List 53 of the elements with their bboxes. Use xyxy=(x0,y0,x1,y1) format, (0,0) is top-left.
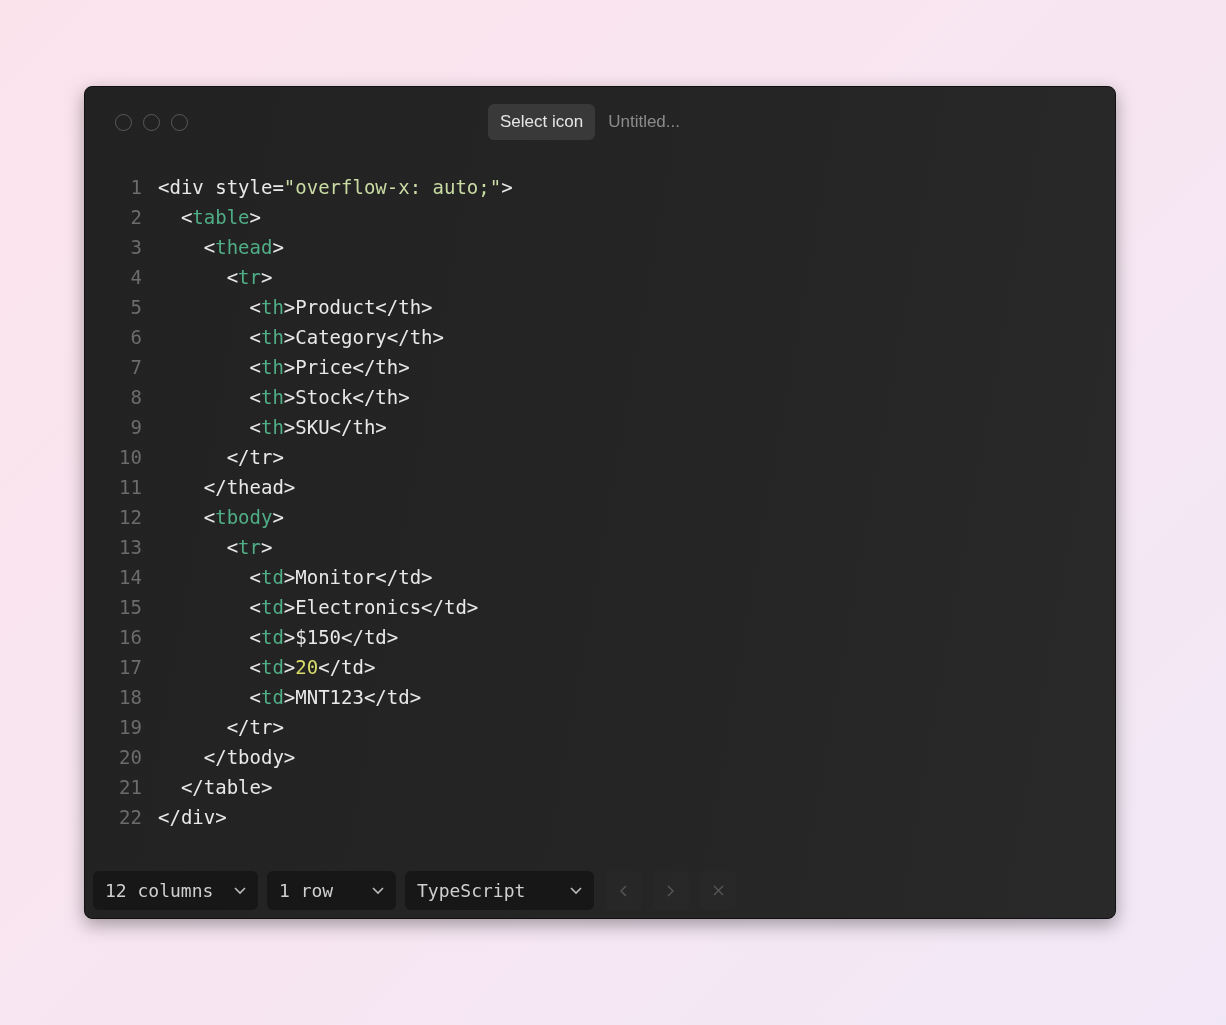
code-line: </tr> xyxy=(225,446,284,468)
line-number: 17 xyxy=(118,656,143,678)
code-line: <thead> xyxy=(202,236,284,258)
code-line: <th>Product</th> xyxy=(248,296,433,318)
line-number: 3 xyxy=(129,236,143,258)
document-title: Untitled... xyxy=(608,112,680,132)
line-number: 12 xyxy=(118,506,143,528)
code-line: <td>Monitor</td> xyxy=(248,566,433,588)
line-number: 21 xyxy=(118,776,143,798)
line-number: 14 xyxy=(118,566,143,588)
dropdown[interactable]: 12 columns xyxy=(93,871,258,910)
code-line: </div> xyxy=(158,806,227,828)
line-number: 19 xyxy=(118,716,143,738)
line-number: 16 xyxy=(118,626,143,648)
line-number: 15 xyxy=(118,596,143,618)
code-line: <table> xyxy=(179,206,261,228)
close-icon xyxy=(711,883,725,898)
line-number: 4 xyxy=(129,266,143,288)
line-number: 1 xyxy=(129,176,143,198)
dropdown[interactable]: 1 row xyxy=(267,871,396,910)
code-line: <tr> xyxy=(225,266,273,288)
line-number: 8 xyxy=(129,386,143,408)
line-number: 2 xyxy=(129,206,143,228)
line-number: 22 xyxy=(118,806,143,828)
select-icon-button[interactable]: Select icon xyxy=(488,104,596,140)
code-line: <td>MNT123</td> xyxy=(248,686,422,708)
line-number: 7 xyxy=(129,356,143,378)
code-line: <td>Electronics</td> xyxy=(248,596,479,618)
line-number: 5 xyxy=(129,296,143,318)
code-line: <td>20</td> xyxy=(248,656,376,678)
code-line: </tr> xyxy=(225,716,284,738)
code-line: <th>Stock</th> xyxy=(248,386,410,408)
line-number: 11 xyxy=(118,476,143,498)
line-number: 18 xyxy=(118,686,143,708)
code-line: <th>Price</th> xyxy=(248,356,410,378)
code-line: <th>Category</th> xyxy=(248,326,444,348)
line-number: 20 xyxy=(118,746,143,768)
line-number: 10 xyxy=(118,446,143,468)
dropdown[interactable]: TypeScript xyxy=(405,871,594,910)
code-line: <td>$150</td> xyxy=(248,626,399,648)
code-line: <th>SKU</th> xyxy=(248,416,387,438)
chevron-down-icon xyxy=(234,886,246,895)
chevron-down-icon xyxy=(372,886,384,895)
line-number: 13 xyxy=(118,536,143,558)
code-line: </thead> xyxy=(202,476,296,498)
code-line: <tbody> xyxy=(202,506,284,528)
code-line: <tr> xyxy=(225,536,273,558)
code-line: </table> xyxy=(179,776,273,798)
line-number: 9 xyxy=(129,416,143,438)
line-number: 6 xyxy=(129,326,143,348)
chevron-down-icon xyxy=(570,886,582,895)
code-line: <div style="overflow-x: auto;"> xyxy=(158,176,513,198)
code-line: </tbody> xyxy=(202,746,296,768)
